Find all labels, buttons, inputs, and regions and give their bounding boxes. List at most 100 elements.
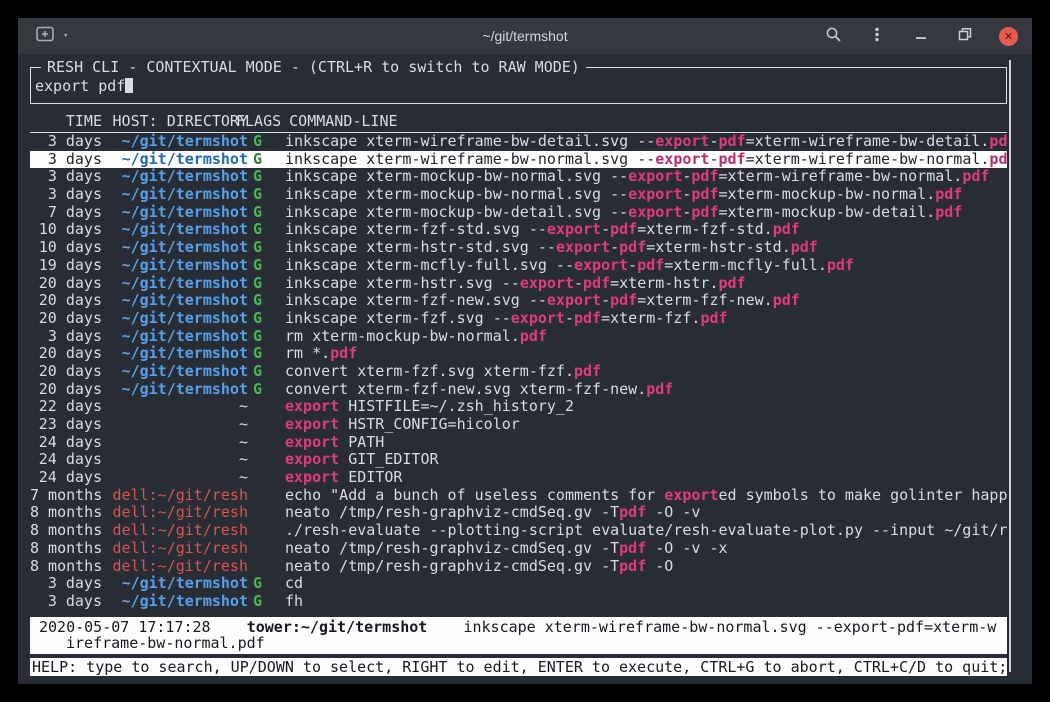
history-row[interactable]: 8 monthsdell:~/git/reshneato /tmp/resh-g… [30,540,1007,558]
history-row[interactable]: 7 monthsdell:~/git/reshecho "Add a bunch… [30,487,1007,505]
row-command: neato /tmp/resh-graphviz-cmdSeq.gv -Tpdf… [285,540,1007,558]
history-row[interactable]: 8 monthsdell:~/git/reshneato /tmp/resh-g… [30,504,1007,522]
row-flags: G [248,345,285,363]
row-time: 20 days [30,381,102,399]
restore-button[interactable] [955,26,975,46]
history-row[interactable]: 22 days~export HISTFILE=~/.zsh_history_2 [30,398,1007,416]
row-command: export HISTFILE=~/.zsh_history_2 [285,398,1007,416]
row-flags [248,540,285,558]
row-time: 20 days [30,345,102,363]
history-row[interactable]: 3 days~/git/termshotGcd [30,575,1007,593]
history-row[interactable]: 8 monthsdell:~/git/resh./resh-evaluate -… [30,522,1007,540]
row-time: 20 days [30,363,102,381]
header-flags: FLAGS [236,113,281,130]
history-row[interactable]: 8 monthsdell:~/git/reshneato /tmp/resh-g… [30,558,1007,576]
table-header: TIME HOST: DIRECTORY FLAGS COMMAND-LINE [30,113,1007,133]
row-host-directory: ~/git/termshot [102,168,248,186]
minimize-button[interactable] [911,26,931,46]
row-host-directory: ~/git/termshot [102,239,248,257]
history-row[interactable]: 7 days~/git/termshotGinkscape xterm-mock… [30,204,1007,222]
row-time: 3 days [30,186,102,204]
row-command: export GIT_EDITOR [285,451,1007,469]
row-host-directory: dell:~/git/resh [102,487,248,505]
row-host-directory: ~/git/termshot [102,593,248,611]
row-time: 10 days [30,239,102,257]
history-row-selected[interactable]: 3 days~/git/termshotGinkscape xterm-wire… [30,151,1007,169]
history-row[interactable]: 24 days~ export GIT_EDITOR [30,451,1007,469]
row-host-directory: ~/git/termshot [102,257,248,275]
row-time: 23 days [30,416,102,434]
row-time: 20 days [30,275,102,293]
row-flags [248,487,285,505]
history-row[interactable]: 20 days~/git/termshotGinkscape xterm-hst… [30,275,1007,293]
menu-button[interactable] [867,26,887,46]
history-row[interactable]: 3 days~/git/termshotGrm xterm-mockup-bw-… [30,328,1007,346]
row-host-directory: dell:~/git/resh [102,558,248,576]
header-time: TIME [30,113,102,130]
history-row[interactable]: 3 days~/git/termshotGfh [30,593,1007,611]
row-host-directory: ~/git/termshot [102,133,248,151]
row-host-directory: ~ [102,416,248,434]
row-flags [248,416,285,434]
row-flags [248,434,285,452]
history-row[interactable]: 20 days~/git/termshotGconvert xterm-fzf.… [30,363,1007,381]
row-command: export HSTR_CONFIG=hicolor [285,416,1007,434]
history-row[interactable]: 10 days~/git/termshotGinkscape xterm-fzf… [30,221,1007,239]
history-row[interactable]: 20 days~/git/termshotGrm *.pdf [30,345,1007,363]
row-flags: G [248,363,285,381]
row-command: inkscape xterm-mockup-bw-normal.svg --ex… [285,168,1007,186]
history-row[interactable]: 23 days~ export HSTR_CONFIG=hicolor [30,416,1007,434]
row-flags: G [248,381,285,399]
history-row[interactable]: 3 days~/git/termshotGinkscape xterm-mock… [30,168,1007,186]
history-row[interactable]: 20 days~/git/termshotGinkscape xterm-fzf… [30,292,1007,310]
history-row[interactable]: 24 days~export PATH [30,434,1007,452]
text-cursor [125,78,133,93]
close-button[interactable]: ✕ [999,27,1018,46]
row-host-directory: ~ [102,451,248,469]
history-row[interactable]: 19 days~/git/termshotGinkscape xterm-mcf… [30,257,1007,275]
row-command: inkscape xterm-hstr-std.svg --export-pdf… [285,239,1007,257]
header-host-directory: HOST: DIRECTORY [102,113,248,130]
row-time: 24 days [30,434,102,452]
row-command: neato /tmp/resh-graphviz-cmdSeq.gv -Tpdf… [285,504,1007,522]
row-host-directory: dell:~/git/resh [102,522,248,540]
header-command-line: COMMAND-LINE [289,113,397,130]
row-flags [248,469,285,487]
row-command: neato /tmp/resh-graphviz-cmdSeq.gv -Tpdf… [285,558,1007,576]
row-host-directory: dell:~/git/resh [102,540,248,558]
detail-command-wrap: ireframe-bw-normal.pdf [30,635,1007,651]
new-tab-button[interactable] [36,26,56,46]
row-command: export EDITOR [285,469,1007,487]
row-flags: G [248,257,285,275]
dropdown-caret-icon[interactable]: ▾ [63,32,68,41]
row-command: inkscape xterm-mockup-bw-detail.svg --ex… [285,204,1007,222]
history-row[interactable]: 24 days~export EDITOR [30,469,1007,487]
search-button[interactable] [823,26,843,46]
row-host-directory: ~/git/termshot [102,575,248,593]
search-box-title: RESH CLI - CONTEXTUAL MODE - (CTRL+R to … [41,58,586,76]
titlebar: ▾ ~/git/termshot [18,18,1032,54]
history-row[interactable]: 3 days~/git/termshotGinkscape xterm-mock… [30,186,1007,204]
row-time: 24 days [30,451,102,469]
history-row[interactable]: 20 days~/git/termshotGconvert xterm-fzf-… [30,381,1007,399]
row-host-directory: ~/git/termshot [102,292,248,310]
history-row[interactable]: 20 days~/git/termshotGinkscape xterm-fzf… [30,310,1007,328]
row-command: ./resh-evaluate --plotting-script evalua… [285,522,1007,540]
resh-search-box: RESH CLI - CONTEXTUAL MODE - (CTRL+R to … [30,67,1007,104]
row-flags [248,522,285,540]
row-flags: G [248,168,285,186]
row-host-directory: ~/git/termshot [102,151,248,169]
row-command: inkscape xterm-mockup-bw-normal.svg --ex… [285,186,1007,204]
detail-host: tower:~/git/termshot [247,618,428,636]
row-flags: G [248,221,285,239]
row-host-directory: ~/git/termshot [102,186,248,204]
row-host-directory: ~/git/termshot [102,310,248,328]
row-flags: G [248,310,285,328]
row-host-directory: ~/git/termshot [102,275,248,293]
history-row[interactable]: 3 days~/git/termshotGinkscape xterm-wire… [30,133,1007,151]
minimize-icon [913,26,929,46]
row-host-directory: ~/git/termshot [102,363,248,381]
scrollbar[interactable] [1009,60,1011,672]
history-row[interactable]: 10 days~/git/termshotGinkscape xterm-hst… [30,239,1007,257]
detail-command: inkscape xterm-wireframe-bw-normal.svg -… [463,618,996,636]
